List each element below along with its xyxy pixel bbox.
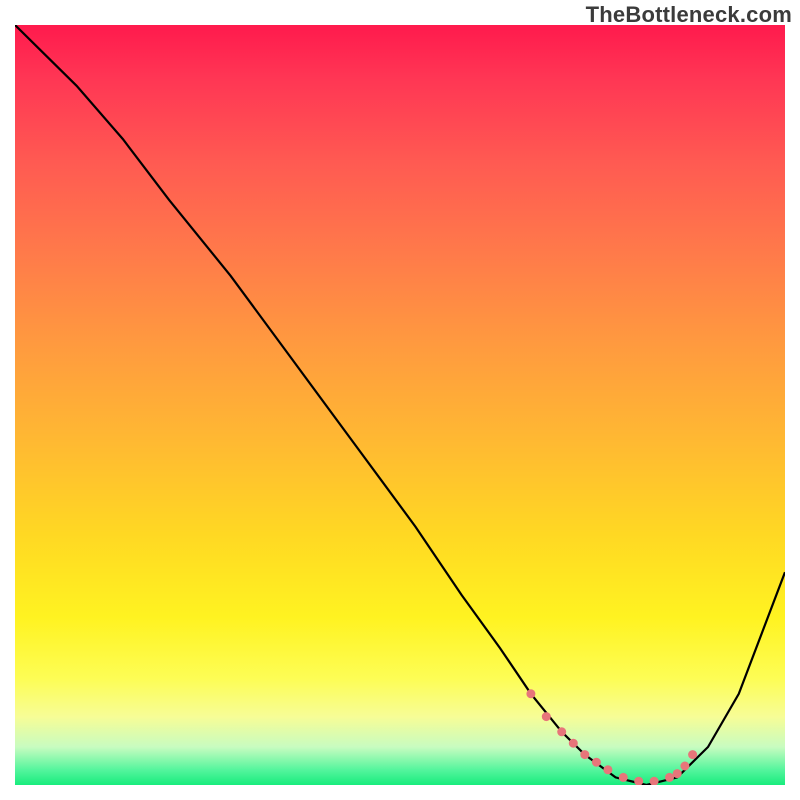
chart-container: TheBottleneck.com xyxy=(0,0,800,800)
plot-area xyxy=(15,25,785,785)
bottleneck-curve xyxy=(15,25,785,785)
valley-marker-dot xyxy=(680,762,689,771)
valley-marker-dot xyxy=(665,773,674,782)
valley-marker-dot xyxy=(688,750,697,759)
valley-marker-dot xyxy=(580,750,589,759)
valley-marker-dot xyxy=(650,777,659,785)
curve-svg xyxy=(15,25,785,785)
valley-marker-dot xyxy=(526,689,535,698)
valley-marker-dot xyxy=(569,739,578,748)
watermark-text: TheBottleneck.com xyxy=(586,2,792,28)
valley-marker-dot xyxy=(619,773,628,782)
valley-marker-dot xyxy=(634,777,643,785)
valley-marker-dot xyxy=(557,727,566,736)
valley-marker-dot xyxy=(673,769,682,778)
valley-markers xyxy=(526,689,697,785)
valley-marker-dot xyxy=(603,765,612,774)
valley-marker-dot xyxy=(542,712,551,721)
valley-marker-dot xyxy=(592,758,601,767)
